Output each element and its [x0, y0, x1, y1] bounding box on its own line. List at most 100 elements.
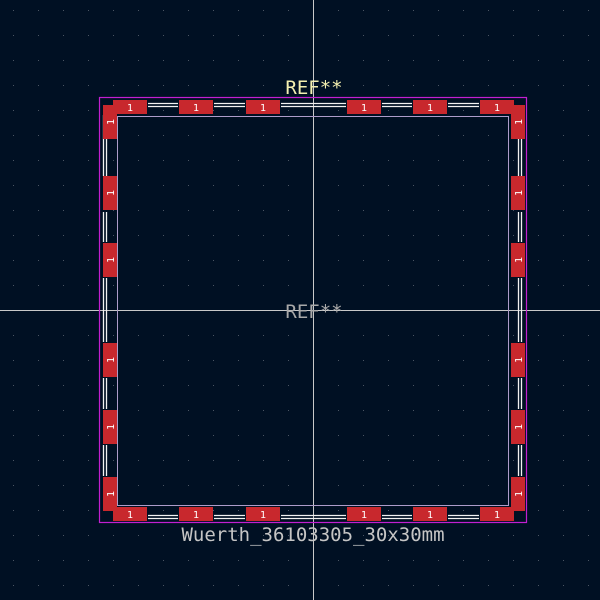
grid-dot: [63, 35, 64, 36]
grid-dot: [288, 60, 289, 61]
grid-dot: [188, 560, 189, 561]
grid-dot: [263, 285, 264, 286]
grid-dot: [488, 435, 489, 436]
grid-dot: [463, 110, 464, 111]
grid-dot: [13, 560, 14, 561]
grid-dot: [138, 135, 139, 136]
grid-dot: [563, 60, 564, 61]
grid-dot: [163, 210, 164, 211]
grid-dot: [513, 10, 514, 11]
grid-dot: [588, 60, 589, 61]
grid-dot: [63, 235, 64, 236]
grid-dot: [38, 260, 39, 261]
grid-dot: [563, 210, 564, 211]
grid-dot: [363, 485, 364, 486]
grid-dot: [588, 560, 589, 561]
grid-dot: [138, 535, 139, 536]
grid-dot: [388, 60, 389, 61]
grid-dot: [38, 385, 39, 386]
grid-dot: [163, 135, 164, 136]
grid-dot: [288, 35, 289, 36]
grid-dot: [438, 35, 439, 36]
grid-dot: [563, 510, 564, 511]
grid-dot: [213, 10, 214, 11]
grid-dot: [388, 460, 389, 461]
grid-dot: [163, 10, 164, 11]
grid-dot: [163, 360, 164, 361]
grid-dot: [363, 410, 364, 411]
pad-number-label: 1: [514, 491, 525, 497]
reference-designator-top[interactable]: REF**: [285, 77, 342, 99]
grid-dot: [163, 460, 164, 461]
grid-dot: [488, 60, 489, 61]
grid-dot: [13, 10, 14, 11]
footprint-value-label[interactable]: Wuerth_36103305_30x30mm: [181, 524, 444, 546]
pad-number-label: 1: [514, 190, 525, 196]
grid-dot: [38, 510, 39, 511]
grid-dot: [563, 385, 564, 386]
grid-dot: [388, 210, 389, 211]
grid-dot: [288, 435, 289, 436]
pad-number-label: 1: [494, 103, 500, 114]
grid-dot: [463, 435, 464, 436]
grid-dot: [538, 185, 539, 186]
grid-dot: [288, 260, 289, 261]
grid-dot: [563, 260, 564, 261]
grid-dot: [163, 335, 164, 336]
grid-dot: [488, 285, 489, 286]
grid-dot: [563, 185, 564, 186]
pad-number-label: 1: [361, 103, 367, 114]
grid-dot: [213, 160, 214, 161]
grid-dot: [113, 235, 114, 236]
grid-dot: [388, 110, 389, 111]
grid-dot: [438, 260, 439, 261]
grid-dot: [338, 435, 339, 436]
grid-dot: [413, 560, 414, 561]
grid-dot: [88, 335, 89, 336]
grid-dot: [363, 335, 364, 336]
grid-dot: [138, 35, 139, 36]
grid-dot: [38, 485, 39, 486]
grid-dot: [388, 160, 389, 161]
pad-number-label: 1: [361, 510, 367, 521]
grid-dot: [88, 210, 89, 211]
grid-dot: [263, 85, 264, 86]
grid-dot: [13, 360, 14, 361]
grid-dot: [88, 160, 89, 161]
grid-dot: [513, 60, 514, 61]
grid-dot: [213, 385, 214, 386]
grid-dot: [413, 85, 414, 86]
grid-dot: [238, 10, 239, 11]
grid-dot: [488, 410, 489, 411]
reference-designator-center[interactable]: REF**: [285, 301, 342, 323]
grid-dot: [363, 135, 364, 136]
grid-dot: [438, 335, 439, 336]
grid-dot: [238, 460, 239, 461]
grid-dot: [438, 485, 439, 486]
grid-dot: [38, 585, 39, 586]
grid-dot: [13, 260, 14, 261]
grid-dot: [488, 35, 489, 36]
grid-dot: [63, 535, 64, 536]
pad-number-label: 1: [427, 103, 433, 114]
grid-dot: [588, 35, 589, 36]
grid-dot: [238, 160, 239, 161]
grid-dot: [438, 235, 439, 236]
grid-dot: [88, 460, 89, 461]
grid-dot: [13, 160, 14, 161]
grid-dot: [388, 560, 389, 561]
grid-dot: [563, 360, 564, 361]
grid-dot: [163, 560, 164, 561]
grid-dot: [163, 260, 164, 261]
grid-dot: [538, 60, 539, 61]
grid-dot: [13, 485, 14, 486]
grid-dot: [538, 535, 539, 536]
grid-dot: [163, 410, 164, 411]
grid-dot: [213, 560, 214, 561]
grid-dot: [463, 385, 464, 386]
grid-dot: [213, 410, 214, 411]
pcb-footprint-canvas[interactable]: 1 1 1 1 1 1 1 1 1 1 1 1 1 1 1 1 1 1 1 1 1 1 1 1 REF** REF** Wue…: [0, 0, 600, 600]
grid-dot: [113, 210, 114, 211]
grid-dot: [538, 235, 539, 236]
grid-dot: [63, 285, 64, 286]
